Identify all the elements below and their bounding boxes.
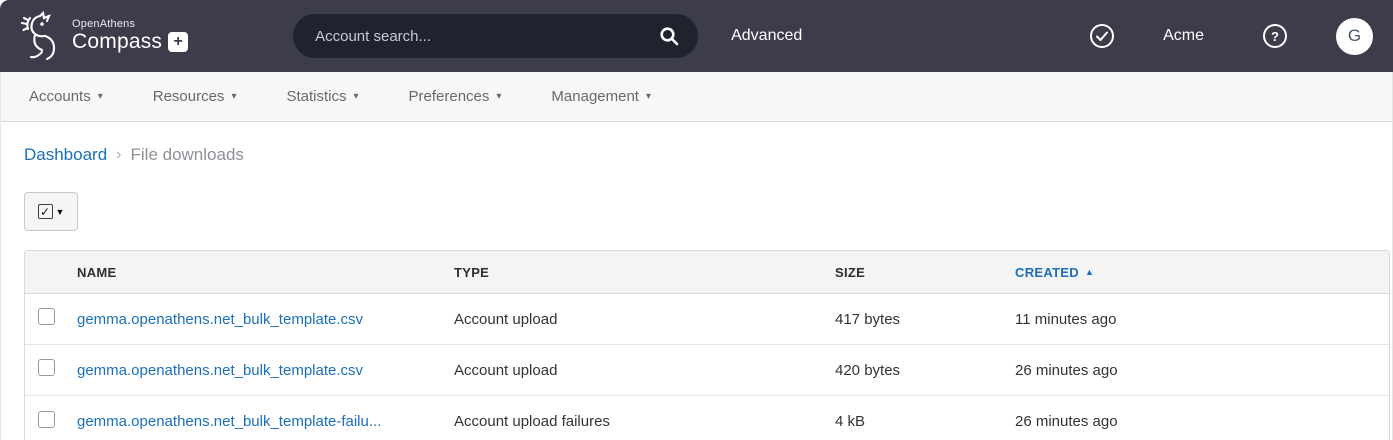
file-download-link[interactable]: gemma.openathens.net_bulk_template-failu…	[77, 413, 454, 430]
file-type-cell: Account upload	[454, 361, 558, 379]
compass-plus-badge-icon: +	[168, 31, 189, 52]
file-size-cell: 4 kB	[835, 413, 866, 430]
openathens-owl-logo-icon	[20, 10, 56, 61]
account-search-input[interactable]	[315, 27, 657, 45]
account-search-box	[293, 14, 699, 58]
row-checkbox[interactable]	[38, 308, 55, 325]
file-download-link[interactable]: gemma.openathens.net_bulk_template.csv	[77, 311, 454, 328]
help-icon: ?	[1263, 24, 1287, 48]
nav-item-statistics[interactable]: Statistics ▾	[286, 88, 358, 105]
openathens-compass-logo[interactable]: OpenAthens Compass +	[20, 9, 189, 63]
breadcrumb-dashboard-link[interactable]: Dashboard	[24, 145, 107, 165]
search-button[interactable]	[656, 23, 682, 49]
svg-text:?: ?	[1271, 29, 1279, 44]
nav-item-management[interactable]: Management ▾	[551, 88, 651, 105]
caret-down-icon: ▼	[55, 206, 65, 217]
select-all-dropdown-button[interactable]: ✓ ▼	[24, 192, 78, 231]
file-downloads-table: NAME TYPE SIZE CREATED ▲ gemma.openathen…	[24, 250, 1390, 440]
column-header-name[interactable]: NAME	[77, 265, 454, 280]
row-checkbox[interactable]	[38, 410, 55, 428]
header-right-group: Acme ? G	[1089, 17, 1373, 55]
table-row: gemma.openathens.net_bulk_template.csv A…	[25, 345, 1389, 396]
brand-text: OpenAthens Compass +	[72, 19, 189, 53]
nav-item-preferences[interactable]: Preferences ▾	[409, 88, 502, 105]
breadcrumb-current-page: File downloads	[130, 145, 244, 164]
app-header: OpenAthens Compass + Advanced Acme	[0, 0, 1393, 72]
chevron-down-icon: ▾	[645, 91, 652, 102]
help-button[interactable]: ?	[1262, 23, 1288, 49]
chevron-down-icon: ▾	[353, 91, 359, 102]
file-download-link[interactable]: gemma.openathens.net_bulk_template.csv	[77, 362, 454, 379]
file-created-cell: 26 minutes ago	[1015, 413, 1118, 430]
brand-compass-label: Compass	[72, 29, 163, 53]
chevron-down-icon: ▾	[496, 91, 502, 102]
user-avatar[interactable]: G	[1336, 17, 1373, 55]
organisation-name[interactable]: Acme	[1163, 27, 1204, 45]
nav-item-accounts[interactable]: Accounts ▾	[29, 88, 103, 105]
table-row: gemma.openathens.net_bulk_template.csv A…	[25, 294, 1389, 345]
file-size-cell: 417 bytes	[835, 310, 901, 328]
column-header-type[interactable]: TYPE	[454, 265, 835, 280]
file-created-cell: 26 minutes ago	[1015, 361, 1118, 379]
breadcrumb-separator-icon: ›	[116, 146, 122, 163]
column-header-created[interactable]: CREATED ▲	[1015, 265, 1389, 280]
file-size-cell: 420 bytes	[835, 361, 901, 379]
main-nav: Accounts ▾ Resources ▾ Statistics ▾ Pref…	[1, 72, 1392, 122]
table-row: gemma.openathens.net_bulk_template-failu…	[25, 396, 1389, 440]
chevron-down-icon: ▾	[231, 91, 237, 102]
nav-item-resources[interactable]: Resources ▾	[153, 88, 237, 105]
row-checkbox[interactable]	[38, 359, 55, 376]
search-icon	[660, 27, 679, 46]
file-type-cell: Account upload failures	[454, 413, 610, 430]
page-body: Accounts ▾ Resources ▾ Statistics ▾ Pref…	[0, 72, 1393, 440]
chevron-down-icon: ▾	[97, 91, 103, 102]
status-check-button[interactable]	[1089, 23, 1115, 49]
column-header-size[interactable]: SIZE	[835, 265, 1015, 280]
check-circle-icon	[1090, 24, 1115, 48]
advanced-search-link[interactable]: Advanced	[731, 27, 802, 45]
breadcrumb: Dashboard › File downloads	[1, 122, 1392, 165]
table-header-row: NAME TYPE SIZE CREATED ▲	[25, 251, 1389, 294]
checked-checkbox-icon: ✓	[37, 204, 53, 219]
table-toolbar: ✓ ▼	[24, 192, 1392, 231]
sort-ascending-icon: ▲	[1084, 267, 1095, 277]
file-type-cell: Account upload	[454, 310, 558, 328]
file-created-cell: 11 minutes ago	[1015, 310, 1117, 328]
